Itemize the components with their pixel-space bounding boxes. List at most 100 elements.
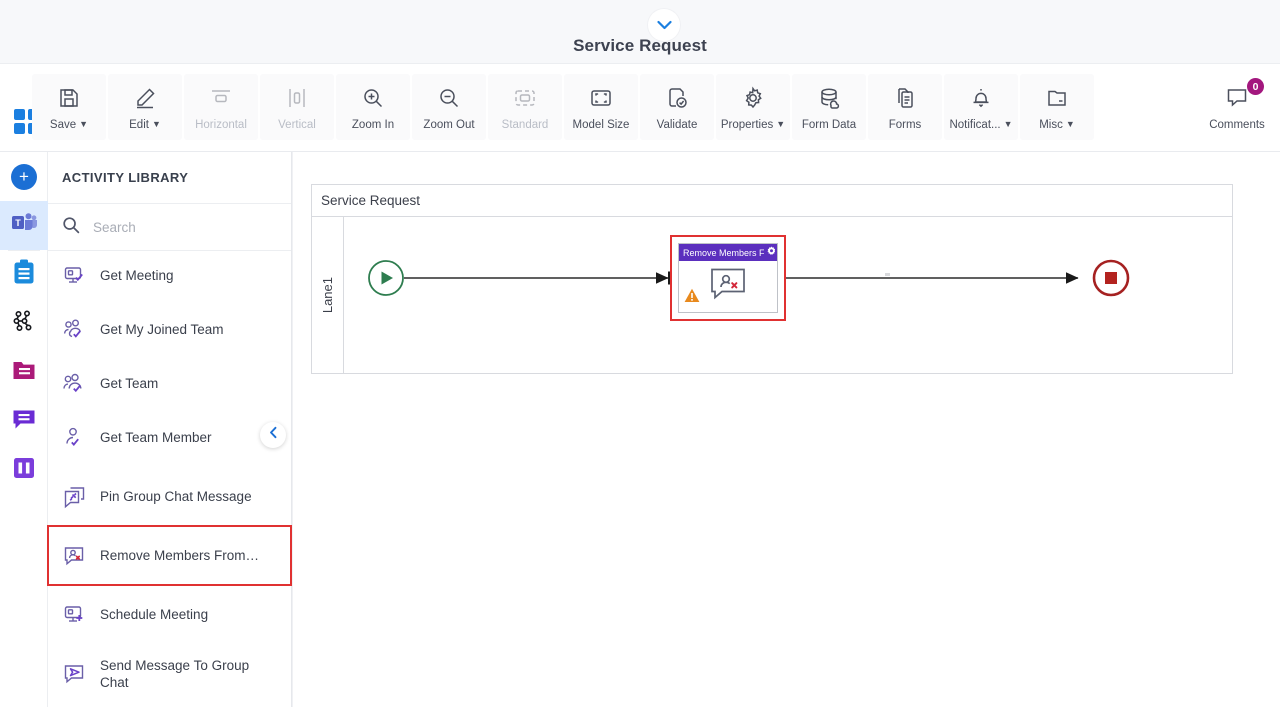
rail-item-process-graph[interactable] <box>0 299 48 348</box>
get-team-icon <box>62 372 88 396</box>
toolbar-button-vertical[interactable]: Vertical <box>260 74 334 140</box>
activity-library-panel: ACTIVITY LIBRARY Get Meeting <box>47 152 292 707</box>
toolbar-label: Standard <box>501 119 549 131</box>
activity-item-set-team-owner[interactable]: Set Team Owner <box>48 703 291 707</box>
activity-item-schedule-meeting[interactable]: Schedule Meeting <box>48 585 291 644</box>
activity-item-label: Remove Members From… <box>100 548 260 563</box>
activity-node-title: Remove Members From .. <box>683 247 765 258</box>
rail-item-teams[interactable]: T <box>0 201 48 250</box>
chevron-down-icon: ▼ <box>151 118 161 129</box>
search-input[interactable] <box>91 218 261 236</box>
pin-group-chat-message-icon <box>62 485 88 509</box>
bpmn-pool[interactable]: Service Request Lane1 Remove Members F <box>311 184 1233 374</box>
send-message-icon <box>62 662 88 686</box>
schedule-meeting-icon <box>62 603 88 627</box>
activity-item-send-message-to-group-chat[interactable]: Send Message To Group Chat <box>48 644 291 703</box>
get-my-joined-team-icon <box>62 318 88 342</box>
remove-member-chat-icon <box>710 267 746 306</box>
pool-name-label: Service Request <box>312 185 1232 217</box>
toolbar-button-save[interactable]: Save ▼ <box>32 74 106 140</box>
toolbar-button-notifications[interactable]: Notificat... ▼ <box>944 74 1018 140</box>
toolbar-label: Form Data <box>801 119 857 131</box>
end-event[interactable] <box>1092 259 1130 297</box>
microsoft-teams-icon: T <box>11 211 37 240</box>
activity-item-pin-group-chat-message[interactable]: Pin Group Chat Message <box>48 467 291 526</box>
toolbar-label: Save <box>49 119 77 131</box>
application-window: Service Request Save ▼ Edit ▼ Horizontal… <box>0 0 1280 707</box>
lane-body[interactable]: Remove Members From .. <box>344 217 1234 374</box>
rail-item-clipboard[interactable] <box>0 250 48 299</box>
clipboard-icon <box>13 259 35 290</box>
collapse-panel-button[interactable] <box>260 422 286 448</box>
toolbar-button-form-data[interactable]: Form Data <box>792 74 866 140</box>
search-bar[interactable] <box>48 204 291 251</box>
remove-members-icon <box>62 544 88 568</box>
activity-node-body <box>679 261 777 312</box>
toolbar-button-misc[interactable]: Misc ▼ <box>1020 74 1094 140</box>
activity-item-get-meeting[interactable]: Get Meeting <box>48 251 291 300</box>
activity-item-label: Get Team Member <box>100 430 212 445</box>
toolbar-label: Model Size <box>572 119 630 131</box>
database-icon <box>817 83 841 113</box>
search-icon <box>62 216 80 239</box>
comments-badge: 0 <box>1247 78 1264 95</box>
toolbar-button-comments[interactable]: 0 Comments <box>1194 74 1280 140</box>
activity-node-remove-members[interactable]: Remove Members From .. <box>678 243 778 313</box>
model-size-icon <box>589 83 613 113</box>
activity-node-header: Remove Members From .. <box>679 244 777 261</box>
activity-item-get-team[interactable]: Get Team <box>48 359 291 408</box>
fit-standard-icon <box>513 83 537 113</box>
activity-item-label: Get Team <box>100 376 159 391</box>
flow-layer <box>368 259 1130 297</box>
page-title: Service Request <box>573 36 707 55</box>
bpmn-lane[interactable]: Lane1 Remove Members F <box>312 217 1234 374</box>
diagram-canvas[interactable]: Service Request Lane1 Remove Members F <box>292 152 1280 707</box>
toolbar-button-properties[interactable]: Properties ▼ <box>716 74 790 140</box>
toolbar-button-zoom-in[interactable]: Zoom In <box>336 74 410 140</box>
activity-item-label: Get Meeting <box>100 268 174 283</box>
lane-label: Lane1 <box>312 217 344 374</box>
chevron-down-icon: ▼ <box>776 118 786 129</box>
activity-item-label: Send Message To Group Chat <box>100 657 250 690</box>
toolbar-label: Edit <box>129 119 149 131</box>
toolbar-button-standard[interactable]: Standard <box>488 74 562 140</box>
svg-text:T: T <box>15 218 21 228</box>
zoom-in-icon <box>361 83 385 113</box>
toolbar-label: Comments <box>1209 119 1265 131</box>
pencil-edit-icon <box>133 83 157 113</box>
gear-icon[interactable] <box>766 246 775 259</box>
chevron-down-icon <box>656 20 672 30</box>
get-team-member-icon <box>62 426 88 450</box>
rail-item-columns[interactable] <box>0 446 48 495</box>
canvas-artifact <box>885 273 890 276</box>
gear-icon <box>741 83 765 113</box>
align-horizontal-icon <box>209 83 233 113</box>
chevron-down-icon: ▼ <box>1003 118 1013 129</box>
toolbar-label: Zoom Out <box>423 119 475 131</box>
toolbar: Save ▼ Edit ▼ Horizontal Vertical Zoom I… <box>0 64 1280 152</box>
activity-item-remove-members-from[interactable]: Remove Members From… <box>47 525 292 586</box>
toolbar-button-edit[interactable]: Edit ▼ <box>108 74 182 140</box>
toolbar-button-forms[interactable]: Forms <box>868 74 942 140</box>
validate-check-icon <box>665 83 689 113</box>
rail-item-add[interactable]: + <box>0 152 48 201</box>
top-bar: Service Request <box>0 0 1280 64</box>
chevron-down-icon: ▼ <box>1065 118 1075 129</box>
chat-filled-icon <box>12 408 36 436</box>
toolbar-button-model-size[interactable]: Model Size <box>564 74 638 140</box>
activity-item-get-team-member[interactable]: Get Team Member <box>48 408 291 467</box>
toolbar-button-validate[interactable]: Validate <box>640 74 714 140</box>
toolbar-button-horizontal[interactable]: Horizontal <box>184 74 258 140</box>
rail-item-folder[interactable] <box>0 348 48 397</box>
activity-item-get-my-joined-team[interactable]: Get My Joined Team <box>48 300 291 359</box>
chevron-left-icon <box>268 426 279 444</box>
plus-circle-icon: + <box>11 163 37 190</box>
toolbar-button-zoom-out[interactable]: Zoom Out <box>412 74 486 140</box>
node-graph-icon <box>12 309 36 338</box>
toolbar-label: Horizontal <box>195 119 247 131</box>
columns-bracket-icon <box>12 456 36 485</box>
toolbar-label: Notificat... <box>949 119 1001 131</box>
rail-item-chat[interactable] <box>0 397 48 446</box>
folder-filled-icon <box>12 359 36 386</box>
start-event[interactable] <box>368 260 404 296</box>
